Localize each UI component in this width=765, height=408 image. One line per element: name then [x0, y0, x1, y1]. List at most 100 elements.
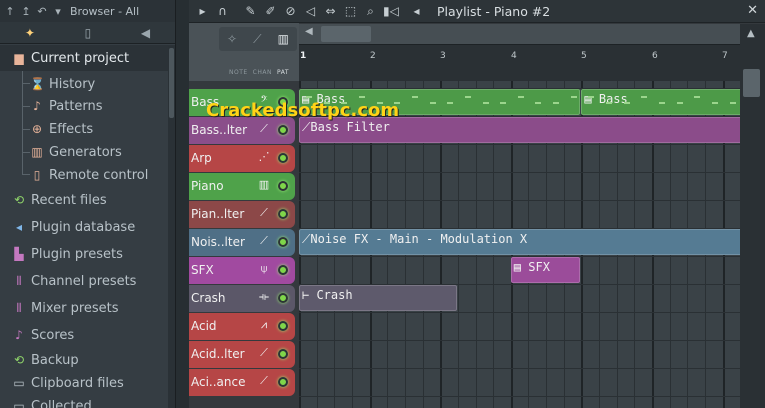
browser-panel: ↑ ↥ ↶ ▾ Browser - All ✦ ▯ ◀ ▆ Current pr…	[0, 0, 175, 408]
note-mark	[588, 96, 595, 98]
track-header-arp[interactable]: Arp ⋰	[189, 145, 295, 172]
track-header-acid[interactable]: Acid ⩘	[189, 313, 295, 340]
track-enable-led[interactable]	[278, 237, 288, 247]
browser-item-plugin-database[interactable]: ◂ Plugin database	[0, 217, 175, 237]
mode-label-note[interactable]: NOTE	[229, 69, 248, 76]
browser-scroll-thumb[interactable]	[169, 48, 174, 118]
track-enable-led[interactable]	[278, 377, 288, 387]
note-mark	[694, 96, 701, 98]
track-enable-led[interactable]	[278, 265, 288, 275]
clip-bass[interactable]: ▤ Bass	[581, 89, 740, 115]
browser-item-collected[interactable]: ▭ Collected	[0, 396, 175, 408]
browser-item-patterns[interactable]: ♪ Patterns	[0, 96, 175, 116]
arrow-up-icon[interactable]: ↥	[20, 5, 32, 18]
track-header-acid-resonance[interactable]: Aci..ance ⟋	[189, 369, 295, 396]
browser-item-effects[interactable]: ⊕ Effects	[0, 119, 175, 139]
magnet-icon[interactable]: ∩	[215, 4, 230, 18]
note-mark	[606, 102, 613, 104]
arp-icon: ⋰	[258, 150, 270, 163]
mode-label-chan[interactable]: CHAN	[253, 69, 272, 76]
row-line	[299, 340, 740, 341]
mute-icon[interactable]: ◁	[303, 4, 318, 18]
bar-number: 7	[722, 51, 728, 61]
track-header-piano[interactable]: Piano ▥	[189, 173, 295, 200]
clip-noise-fx-main-modulation-x[interactable]: ⟋Noise FX - Main - Modulation X	[299, 229, 740, 255]
browser-item-backup[interactable]: ⟲ Backup	[0, 350, 175, 370]
scroll-up-icon[interactable]: ▲	[747, 28, 755, 39]
speaker-icon[interactable]: ◀	[141, 26, 150, 40]
select-icon[interactable]: ⬚	[343, 4, 358, 18]
vertical-scroll-thumb[interactable]	[743, 69, 760, 97]
chevron-down-icon[interactable]: ▾	[52, 5, 64, 18]
automation-icon: ⟋	[260, 346, 268, 359]
note-mark	[676, 102, 683, 104]
track-enable-led[interactable]	[278, 349, 288, 359]
slip-icon[interactable]: ⇔	[323, 4, 338, 18]
zoom-icon[interactable]: ⌕	[363, 4, 378, 19]
brush-icon[interactable]: ✐	[263, 4, 278, 18]
playlist-title[interactable]: Playlist - Piano #2	[437, 4, 550, 19]
browser-item-recent-files[interactable]: ⟲ Recent files	[0, 190, 175, 210]
automation-icon[interactable]: ⟋	[253, 32, 261, 47]
bar-number: 4	[511, 51, 517, 61]
browser-toolbar: ✦ ▯ ◀	[0, 22, 175, 44]
timeline-ruler[interactable]: 1 2 3 4 5 6 7	[299, 44, 740, 81]
track-header-sfx[interactable]: SFX ⍦	[189, 257, 295, 284]
browser-item-plugin-presets[interactable]: ▙ Plugin presets	[0, 244, 175, 264]
piano-icon[interactable]: ▥	[278, 32, 289, 46]
track-enable-led[interactable]	[278, 321, 288, 331]
clip-label: ⟋Noise FX - Main - Modulation X	[302, 232, 528, 246]
browser-item-remote-control[interactable]: ▯ Remote control	[0, 165, 175, 185]
track-header-noise-filter[interactable]: Nois..lter ⟋	[189, 229, 295, 256]
row-line	[299, 172, 740, 173]
playback-icon[interactable]: ▮◁	[383, 4, 399, 18]
close-icon[interactable]: ✕	[747, 3, 758, 18]
browser-item-channel-presets[interactable]: ⫴ Channel presets	[0, 271, 175, 291]
delete-icon[interactable]: ⊘	[283, 4, 298, 18]
horizontal-scroll-thumb[interactable]	[321, 26, 371, 42]
automation-icon: ⟋	[260, 206, 268, 219]
horizontal-scrollbar[interactable]: ◀	[299, 24, 740, 44]
piano-icon: ▥	[258, 178, 270, 191]
mode-label-pat[interactable]: PAT	[277, 69, 289, 76]
note-mark	[570, 96, 577, 98]
acid-icon: ⩘	[260, 318, 268, 331]
track-header-bass-filter[interactable]: Bass..lter ⟋	[189, 117, 295, 144]
browser-item-current-project[interactable]: ▆ Current project	[0, 45, 175, 71]
browser-item-clipboard-files[interactable]: ▭ Clipboard files	[0, 373, 175, 393]
clip-sfx[interactable]: ▤ SFX	[510, 257, 581, 283]
track-enable-led[interactable]	[278, 153, 288, 163]
scroll-left-icon[interactable]: ◀	[305, 26, 313, 37]
arrow-left-icon[interactable]: ◂	[409, 4, 424, 18]
browser-item-mixer-presets[interactable]: ⫴ Mixer presets	[0, 298, 175, 318]
chevron-right-icon[interactable]: ▸	[195, 4, 210, 18]
undo-icon[interactable]: ↶	[36, 5, 48, 18]
pencil-icon[interactable]: ✎	[243, 4, 258, 18]
waveform-icon[interactable]: ✧	[227, 32, 237, 46]
arrow-up-icon[interactable]: ↑	[4, 5, 16, 18]
note-mark	[658, 102, 665, 104]
wand-icon[interactable]: ✦	[25, 26, 35, 40]
track-enable-led[interactable]	[278, 209, 288, 219]
playlist-window: ▸ ∩ ✎ ✐ ⊘ ◁ ⇔ ⬚ ⌕ ▮◁ ◂ Playlist - Piano …	[189, 0, 765, 408]
track-header-acid-filter[interactable]: Acid..lter ⟋	[189, 341, 295, 368]
browser-title[interactable]: Browser - All	[70, 5, 139, 18]
playlist-grid[interactable]: ▤ Bass ▤ Bass ⟋Bass Filter ⟋Noise FX - Main…	[299, 81, 740, 408]
vertical-scrollbar[interactable]: ▲	[740, 24, 765, 408]
browser-scrollbar[interactable]	[168, 46, 175, 408]
browser-item-generators[interactable]: ▥ Generators	[0, 142, 175, 162]
track-header-crash[interactable]: Crash ⟛	[189, 285, 295, 312]
browser-item-history[interactable]: ⌛ History	[0, 74, 175, 94]
clip-crash[interactable]: ⊢ Crash	[299, 285, 457, 311]
panel-divider[interactable]	[175, 0, 189, 408]
browser-item-scores[interactable]: ♪ Scores	[0, 325, 175, 345]
mode-switch: ✧ ⟋ ▥	[219, 27, 297, 51]
browser-header: ↑ ↥ ↶ ▾ Browser - All	[0, 0, 175, 22]
track-enable-led[interactable]	[278, 293, 288, 303]
bar-number: 2	[370, 51, 376, 61]
file-icon[interactable]: ▯	[85, 26, 92, 40]
track-header-piano-filter[interactable]: Pian..lter ⟋	[189, 201, 295, 228]
track-enable-led[interactable]	[278, 125, 288, 135]
track-enable-led[interactable]	[278, 181, 288, 191]
mode-labels: NOTE CHAN PAT	[229, 69, 289, 76]
